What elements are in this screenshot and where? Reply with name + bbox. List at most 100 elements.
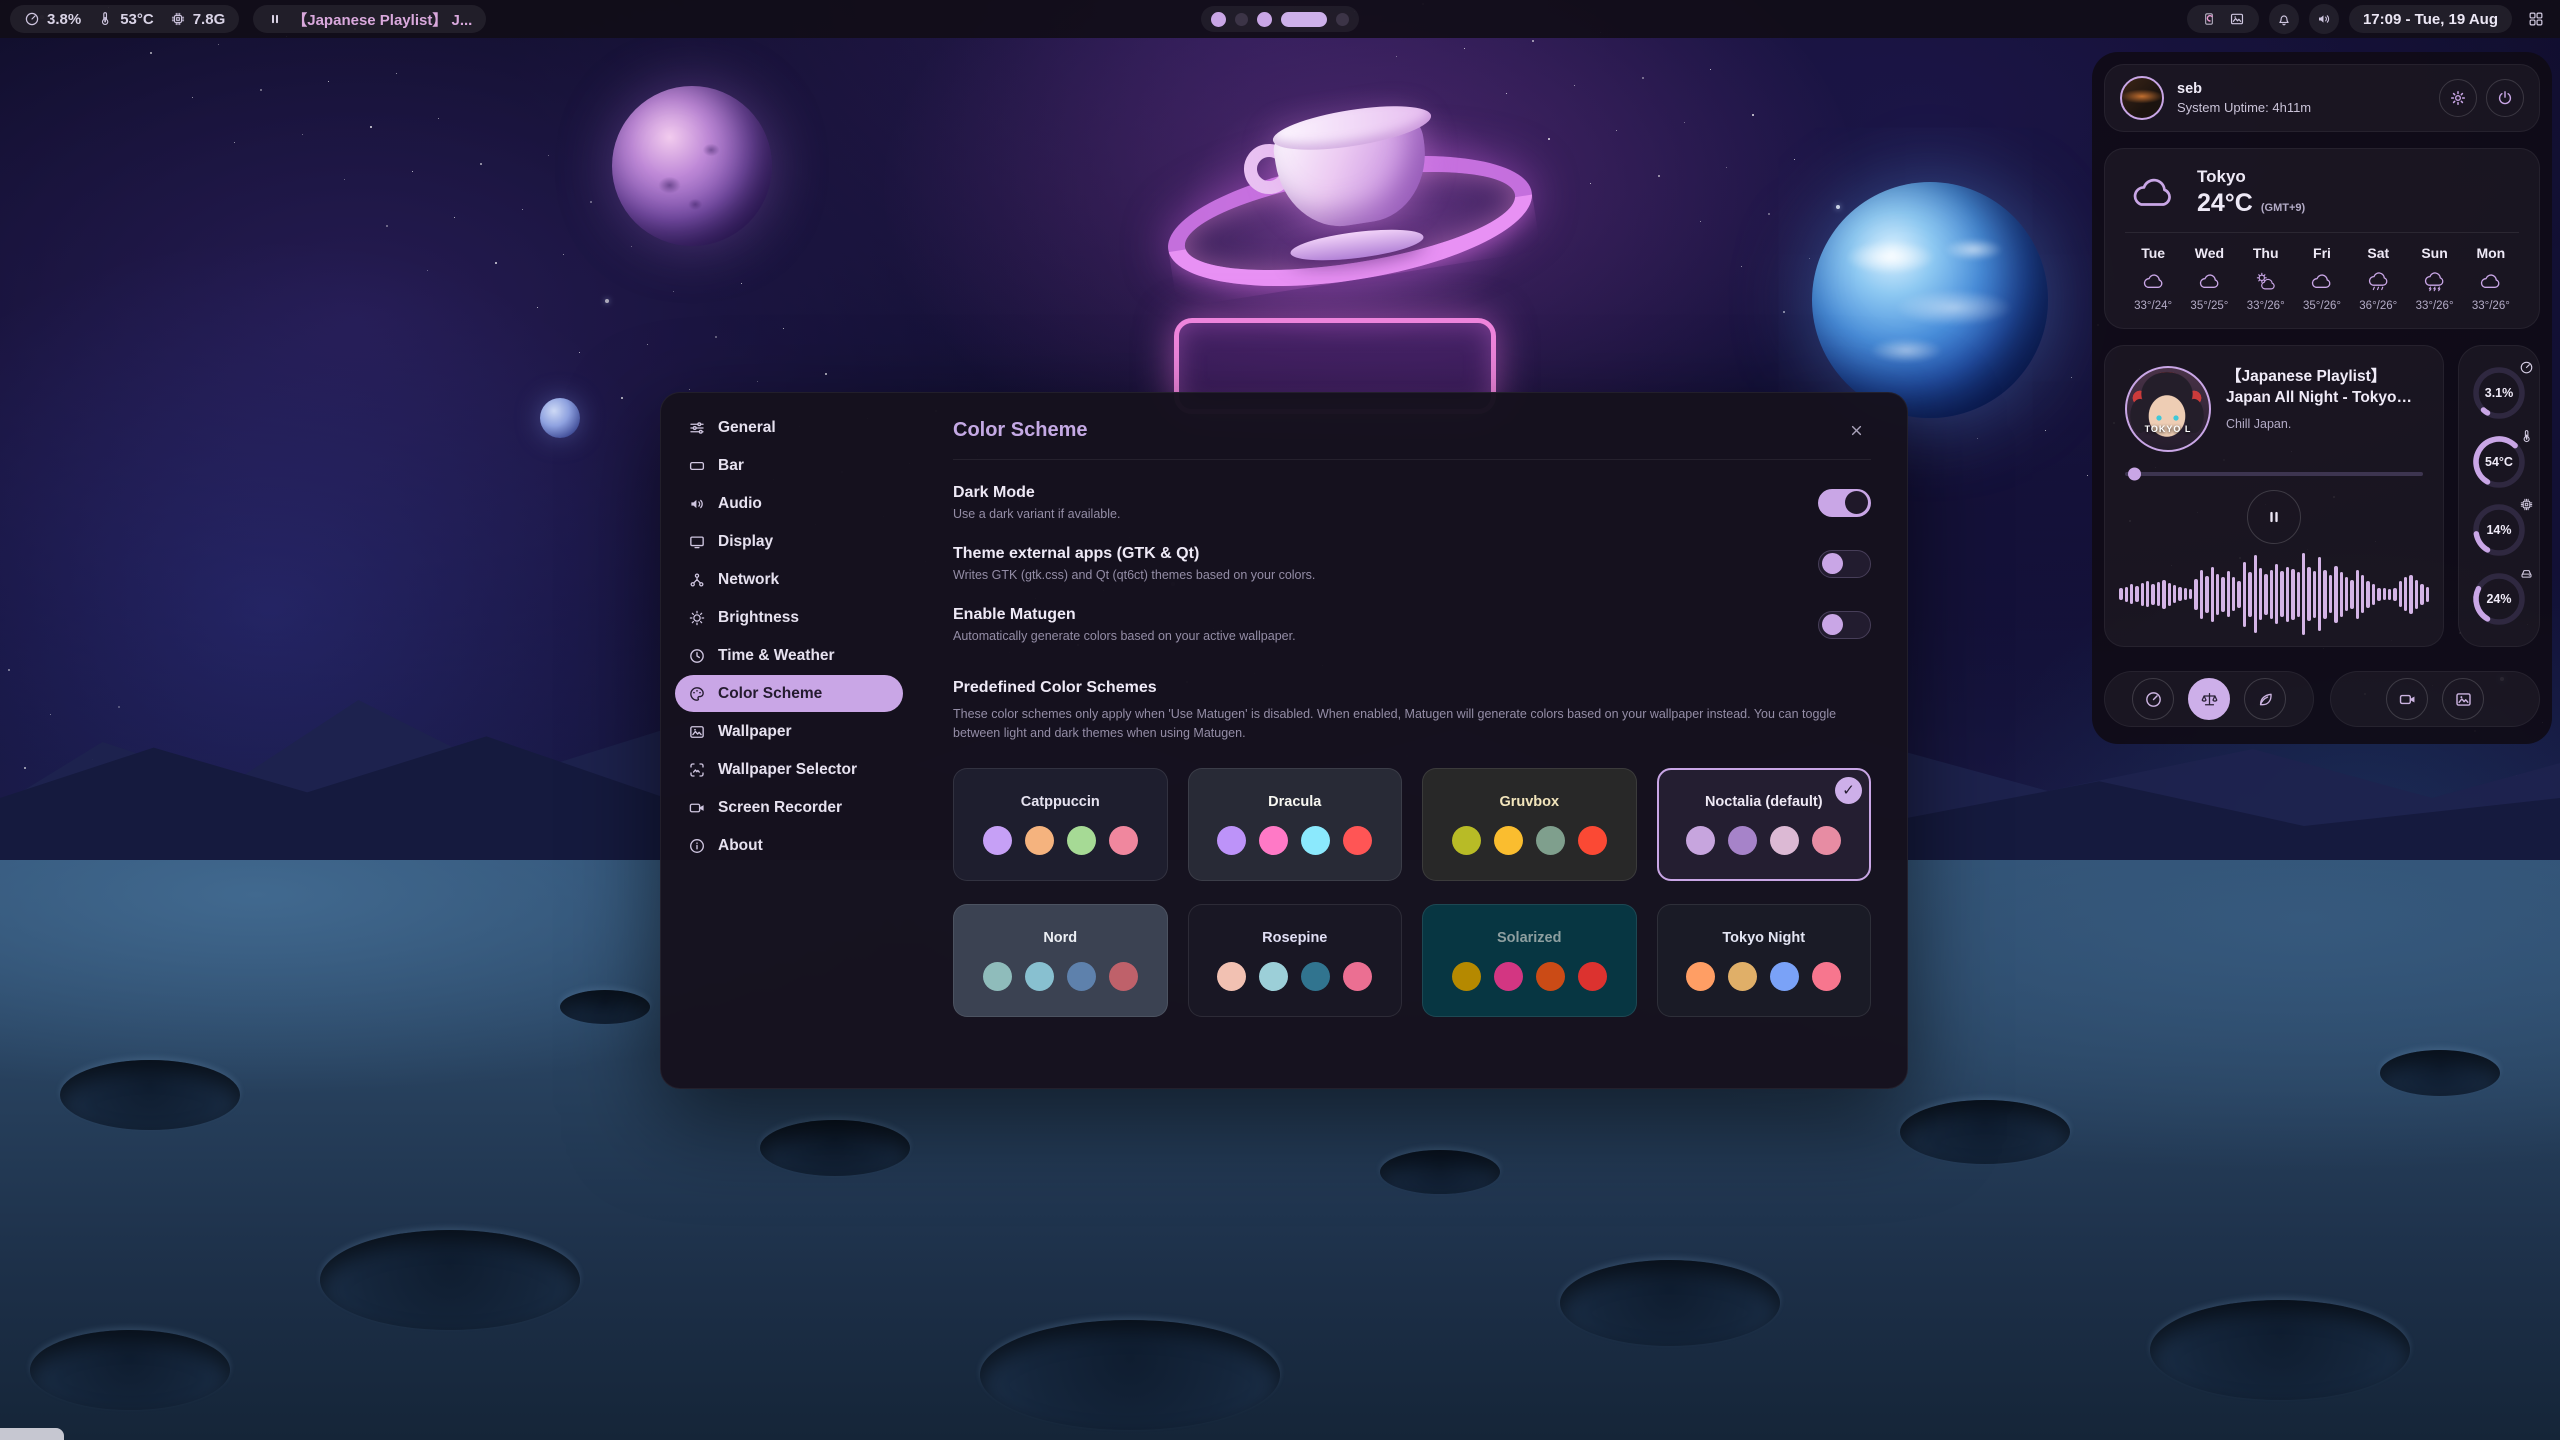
color-dot bbox=[1578, 962, 1607, 991]
wallpaper-icon[interactable] bbox=[2229, 11, 2245, 27]
forecast-day: Fri 35°/26° bbox=[2294, 245, 2350, 312]
waveform-bar bbox=[2178, 587, 2181, 601]
scheme-card-nord[interactable]: Nord bbox=[953, 904, 1168, 1017]
system-stats-pill[interactable]: 3.8% 53°C 7.8G bbox=[10, 5, 239, 33]
day-label: Fri bbox=[2294, 245, 2350, 261]
media-title: 【Japanese Playlist】 Japan All Night - To… bbox=[2226, 366, 2423, 409]
sidebar-item-general[interactable]: General bbox=[675, 409, 903, 446]
workspace-indicator[interactable] bbox=[1201, 6, 1359, 32]
workspace-inactive-dot[interactable] bbox=[1336, 13, 1349, 26]
sidebar-item-label: Audio bbox=[718, 495, 762, 513]
rain-icon bbox=[2365, 271, 2392, 292]
progress-knob[interactable] bbox=[2128, 468, 2141, 481]
toggle-enable-matugen[interactable] bbox=[1818, 611, 1871, 639]
waveform-bar bbox=[2307, 567, 2310, 621]
sidebar-item-brightness[interactable]: Brightness bbox=[675, 599, 903, 636]
section-title: Predefined Color Schemes bbox=[953, 679, 1871, 697]
workspace-focused-pill[interactable] bbox=[1281, 12, 1327, 27]
scheme-card-tokyo-night[interactable]: Tokyo Night bbox=[1657, 904, 1872, 1017]
connected-device-icon[interactable] bbox=[2201, 11, 2217, 27]
scheme-colors bbox=[1217, 826, 1372, 855]
sidebar-item-wallpaper[interactable]: Wallpaper bbox=[675, 713, 903, 750]
volume-icon bbox=[2316, 11, 2332, 27]
setting-title: Theme external apps (GTK & Qt) bbox=[953, 545, 1315, 563]
cpu-value: 3.8% bbox=[47, 11, 81, 28]
app-launcher-button[interactable] bbox=[2522, 5, 2550, 33]
album-art: TOKYO L bbox=[2125, 366, 2211, 452]
action-button-wallpaper[interactable] bbox=[2442, 678, 2484, 720]
color-dot bbox=[1109, 962, 1138, 991]
workspace-active-dot[interactable] bbox=[1257, 12, 1272, 27]
toggle-theme-external-apps-gtk-qt[interactable] bbox=[1818, 550, 1871, 578]
action-button-screen-recorder[interactable] bbox=[2386, 678, 2428, 720]
settings-button[interactable] bbox=[2439, 79, 2477, 117]
scheme-name: Dracula bbox=[1268, 794, 1321, 810]
sidebar-item-bar[interactable]: Bar bbox=[675, 447, 903, 484]
scheme-card-dracula[interactable]: Dracula bbox=[1188, 768, 1403, 881]
earth-planet bbox=[1812, 182, 2048, 418]
gauge-disk: 24% bbox=[2470, 570, 2528, 628]
display-icon bbox=[688, 533, 706, 551]
sidebar-item-about[interactable]: About bbox=[675, 827, 903, 864]
waveform-bar bbox=[2264, 574, 2267, 615]
color-dot bbox=[1067, 826, 1096, 855]
forecast-day: Sun 33°/26° bbox=[2406, 245, 2462, 312]
weather-temp: 24°C bbox=[2197, 189, 2253, 218]
waveform-bar bbox=[2366, 581, 2369, 608]
panel-header: Color Scheme bbox=[953, 415, 1871, 459]
forecast-day: Sat 36°/26° bbox=[2350, 245, 2406, 312]
workspace-inactive-dot[interactable] bbox=[1235, 13, 1248, 26]
scheme-card-rosepine[interactable]: Rosepine bbox=[1188, 904, 1403, 1017]
scheme-card-noctalia-default[interactable]: Noctalia (default) ✓ bbox=[1657, 768, 1872, 881]
waveform-bar bbox=[2162, 580, 2165, 609]
schemes-grid: Catppuccin Dracula Gruvbox Noctalia (def… bbox=[953, 768, 1871, 1017]
action-button-leaf[interactable] bbox=[2244, 678, 2286, 720]
tray-pill[interactable] bbox=[2187, 5, 2259, 33]
waveform-bar bbox=[2415, 580, 2418, 609]
sidebar-item-label: General bbox=[718, 419, 776, 437]
apps-grid-icon bbox=[2527, 10, 2545, 28]
action-button-scales[interactable] bbox=[2188, 678, 2230, 720]
color-dot bbox=[1109, 826, 1138, 855]
waveform-bar bbox=[2141, 583, 2144, 606]
waveform-bar bbox=[2125, 587, 2128, 602]
sidebar-item-wallpaper-selector[interactable]: Wallpaper Selector bbox=[675, 751, 903, 788]
toggle-dark-mode[interactable] bbox=[1818, 489, 1871, 517]
sidebar-item-color-scheme[interactable]: Color Scheme bbox=[675, 675, 903, 712]
wallpaper-icon bbox=[688, 723, 706, 741]
desktop: 3.8% 53°C 7.8G 【Japanese Playlist】 J... bbox=[0, 0, 2560, 1440]
scheme-card-catppuccin[interactable]: Catppuccin bbox=[953, 768, 1168, 881]
waveform-bar bbox=[2329, 575, 2332, 613]
power-button[interactable] bbox=[2486, 79, 2524, 117]
sidebar-item-display[interactable]: Display bbox=[675, 523, 903, 560]
sidebar-item-time-weather[interactable]: Time & Weather bbox=[675, 637, 903, 674]
sidebar-item-screen-recorder[interactable]: Screen Recorder bbox=[675, 789, 903, 826]
volume-button[interactable] bbox=[2309, 4, 2339, 34]
sidebar-item-network[interactable]: Network bbox=[675, 561, 903, 598]
chip-icon bbox=[2519, 497, 2534, 512]
day-label: Mon bbox=[2463, 245, 2519, 261]
color-dot bbox=[1452, 826, 1481, 855]
scheme-name: Noctalia (default) bbox=[1705, 794, 1823, 810]
color-dot bbox=[1217, 826, 1246, 855]
play-pause-button[interactable] bbox=[2247, 490, 2301, 544]
small-planet bbox=[540, 398, 580, 438]
setting-title: Enable Matugen bbox=[953, 606, 1296, 624]
media-progress-bar[interactable] bbox=[2125, 472, 2423, 476]
scheme-colors bbox=[1217, 962, 1372, 991]
scheme-card-solarized[interactable]: Solarized bbox=[1422, 904, 1637, 1017]
setting-row: Enable Matugen Automatically generate co… bbox=[953, 606, 1871, 643]
scheme-card-gruvbox[interactable]: Gruvbox bbox=[1422, 768, 1637, 881]
gauge-speedometer: 3.1% bbox=[2470, 364, 2528, 422]
color-dot bbox=[983, 962, 1012, 991]
sidebar-item-audio[interactable]: Audio bbox=[675, 485, 903, 522]
screen-recorder-icon bbox=[2398, 690, 2417, 709]
temp-stat: 53°C bbox=[97, 11, 154, 28]
workspace-active-dot[interactable] bbox=[1211, 12, 1226, 27]
clock-pill[interactable]: 17:09 - Tue, 19 Aug bbox=[2349, 5, 2512, 33]
action-button-speedometer[interactable] bbox=[2132, 678, 2174, 720]
scheme-colors bbox=[1686, 826, 1841, 855]
close-button[interactable] bbox=[1841, 415, 1871, 445]
bar-media-pill[interactable]: 【Japanese Playlist】 J... bbox=[253, 5, 486, 33]
notifications-button[interactable] bbox=[2269, 4, 2299, 34]
